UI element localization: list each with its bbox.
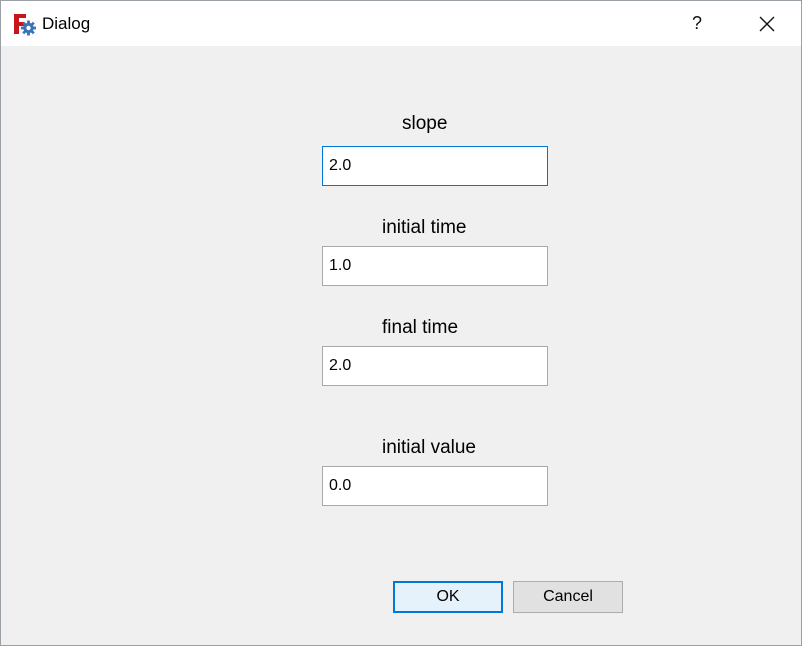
close-button[interactable]: [743, 1, 791, 46]
slope-label: slope: [402, 113, 448, 134]
title-bar[interactable]: Dialog ?: [1, 1, 801, 46]
window-title: Dialog: [42, 14, 91, 33]
final-time-label: final time: [382, 317, 459, 338]
initial-value-label: initial value: [382, 437, 476, 458]
initial-time-label: initial time: [382, 217, 467, 238]
dialog-window: Dialog ? slope initial time final time i…: [0, 0, 802, 646]
freecad-icon: [14, 14, 36, 36]
initial-time-input[interactable]: [322, 246, 548, 286]
initial-value-input[interactable]: [322, 466, 548, 506]
slope-input[interactable]: [322, 146, 548, 186]
final-time-input[interactable]: [322, 346, 548, 386]
cancel-button[interactable]: Cancel: [513, 581, 623, 613]
close-icon: [759, 16, 775, 31]
help-button[interactable]: ?: [673, 1, 721, 46]
ok-button[interactable]: OK: [393, 581, 503, 613]
